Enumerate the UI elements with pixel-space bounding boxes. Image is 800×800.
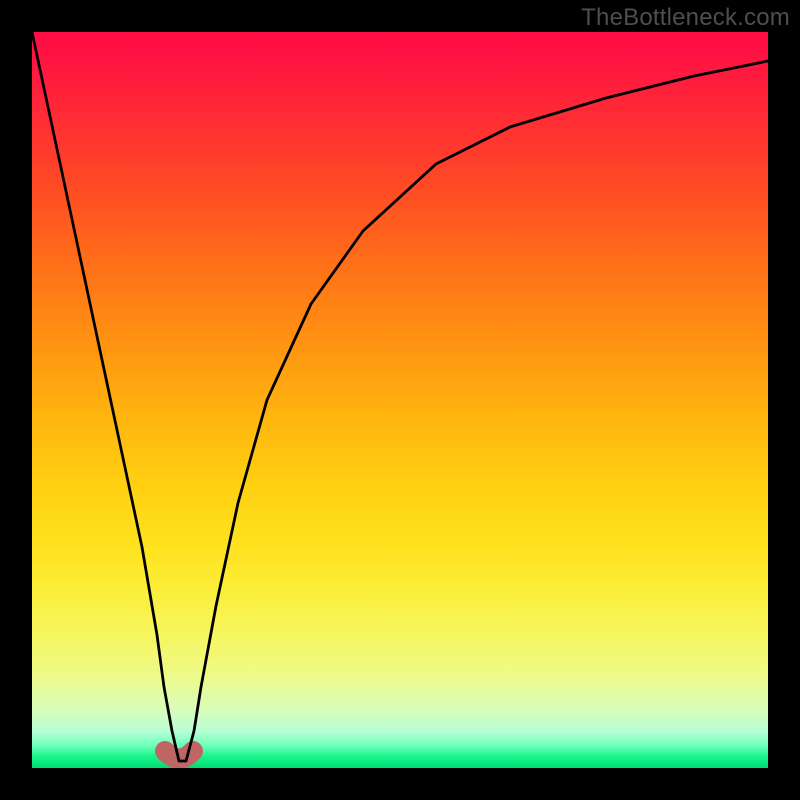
watermark-text: TheBottleneck.com — [581, 4, 790, 32]
chart-svg — [32, 32, 768, 768]
bottleneck-curve-line — [32, 32, 768, 761]
outer-frame: TheBottleneck.com — [0, 0, 800, 800]
chart-plot-area — [32, 32, 768, 768]
